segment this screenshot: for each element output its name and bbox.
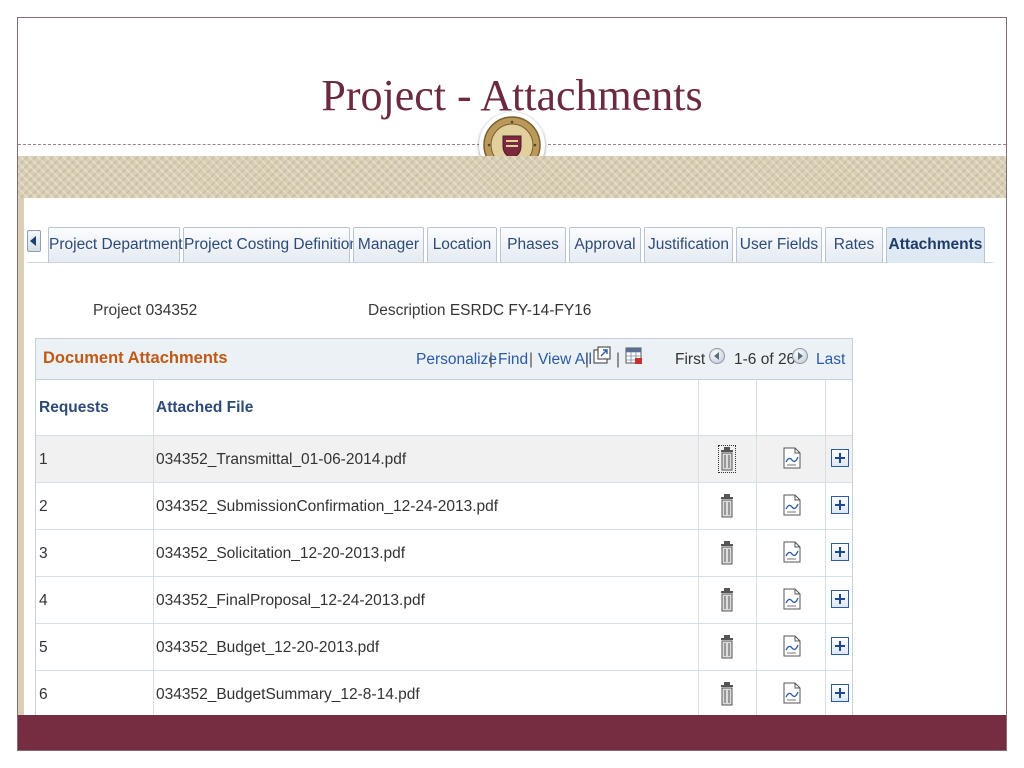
grid-title: Document Attachments <box>43 349 228 367</box>
column-header-actions <box>698 380 852 436</box>
attached-file-name: 034352_SubmissionConfirmation_12-24-2013… <box>156 498 499 515</box>
add-row-button[interactable] <box>831 637 849 655</box>
document-attachments-grid: Document Attachments Personalize | Find … <box>35 338 853 724</box>
slide: Project - Attachments Project Department… <box>17 17 1007 751</box>
add-row-button[interactable] <box>831 543 849 561</box>
tab-project-costing-definition[interactable]: Project Costing Definition <box>183 227 358 262</box>
project-label: Project <box>93 302 142 319</box>
attached-file-name: 034352_Budget_12-20-2013.pdf <box>156 639 380 656</box>
zoom-grid-icon[interactable] <box>592 346 612 366</box>
trash-icon[interactable] <box>720 494 734 518</box>
tab-location[interactable]: Location <box>427 227 497 262</box>
separator: | <box>616 351 621 368</box>
description-value: ESRDC FY-14-FY16 <box>449 302 592 319</box>
view-all-link[interactable]: View All <box>538 351 592 369</box>
trash-icon[interactable] <box>720 635 734 659</box>
description-field: Description ESRDC FY-14-FY16 <box>368 302 591 320</box>
separator: | <box>529 351 534 368</box>
tab-project-department[interactable]: Project Department <box>48 227 183 262</box>
decorative-band <box>18 156 1006 198</box>
tab-attachments[interactable]: Attachments <box>886 227 985 263</box>
last-link[interactable]: Last <box>816 351 845 369</box>
add-row-button[interactable] <box>831 684 849 702</box>
table-row: 3 034352_Solicitation_12-20-2013.pdf <box>36 530 852 577</box>
tab-user-fields[interactable]: User Fields <box>736 227 822 262</box>
view-attachment-icon[interactable] <box>783 541 801 563</box>
project-value: 034352 <box>145 302 198 319</box>
app-window: Project Department Project Costing Defin… <box>24 198 1006 724</box>
personalize-link[interactable]: Personalize <box>416 351 497 369</box>
request-number: 3 <box>39 545 48 562</box>
view-attachment-icon[interactable] <box>783 447 801 469</box>
column-divider <box>756 380 757 724</box>
trash-icon[interactable] <box>718 445 736 473</box>
previous-page-icon[interactable] <box>709 348 725 364</box>
find-link[interactable]: Find <box>498 351 528 369</box>
column-header-requests[interactable]: Requests <box>36 380 153 436</box>
attached-file-name: 034352_Transmittal_01-06-2014.pdf <box>156 451 407 468</box>
project-field: Project 034352 <box>93 302 197 320</box>
table-row: 4 034352_FinalProposal_12-24-2013.pdf <box>36 577 852 624</box>
add-row-button[interactable] <box>831 496 849 514</box>
divider-right <box>548 144 1006 145</box>
separator: | <box>489 351 494 368</box>
chevron-left-icon <box>30 236 36 246</box>
page-range: 1-6 of 26 <box>734 351 796 368</box>
tab-scroll-left-button[interactable] <box>27 230 41 252</box>
view-attachment-icon[interactable] <box>783 682 801 704</box>
column-divider <box>698 380 699 724</box>
footer-bar <box>18 715 1006 750</box>
first-link[interactable]: First <box>675 351 705 369</box>
view-attachment-icon[interactable] <box>783 494 801 516</box>
column-header-label: Requests <box>39 399 109 416</box>
column-divider <box>153 380 154 724</box>
attached-file-name: 034352_FinalProposal_12-24-2013.pdf <box>156 592 425 609</box>
description-label: Description <box>368 302 446 319</box>
request-number: 4 <box>39 592 48 609</box>
grid-header: Document Attachments Personalize | Find … <box>36 339 852 380</box>
tab-rates[interactable]: Rates <box>825 227 883 262</box>
tab-justification[interactable]: Justification <box>644 227 733 262</box>
view-attachment-icon[interactable] <box>783 635 801 657</box>
trash-icon[interactable] <box>720 541 734 565</box>
divider-left <box>18 144 480 145</box>
download-to-excel-icon[interactable] <box>624 346 644 366</box>
table-row: 5 034352_Budget_12-20-2013.pdf <box>36 624 852 671</box>
column-header-label: Attached File <box>156 399 254 416</box>
table-row: 1 034352_Transmittal_01-06-2014.pdf <box>36 436 852 483</box>
separator: | <box>585 351 590 368</box>
attached-file-name: 034352_BudgetSummary_12-8-14.pdf <box>156 686 420 703</box>
column-divider <box>825 380 826 724</box>
tab-approval[interactable]: Approval <box>569 227 641 262</box>
request-number: 6 <box>39 686 48 703</box>
request-number: 1 <box>39 451 48 468</box>
trash-icon[interactable] <box>720 588 734 612</box>
view-attachment-icon[interactable] <box>783 588 801 610</box>
tab-manager[interactable]: Manager <box>353 227 424 262</box>
next-page-icon[interactable] <box>792 348 808 364</box>
trash-icon[interactable] <box>720 682 734 706</box>
table-row: 2 034352_SubmissionConfirmation_12-24-20… <box>36 483 852 530</box>
add-row-button[interactable] <box>831 449 849 467</box>
request-number: 5 <box>39 639 48 656</box>
attached-file-name: 034352_Solicitation_12-20-2013.pdf <box>156 545 406 562</box>
request-number: 2 <box>39 498 48 515</box>
add-row-button[interactable] <box>831 590 849 608</box>
column-header-attached-file[interactable]: Attached File <box>153 380 698 436</box>
tab-phases[interactable]: Phases <box>500 227 566 262</box>
table-row: 6 034352_BudgetSummary_12-8-14.pdf <box>36 671 852 718</box>
tab-bar: Project Department Project Costing Defin… <box>27 226 993 263</box>
